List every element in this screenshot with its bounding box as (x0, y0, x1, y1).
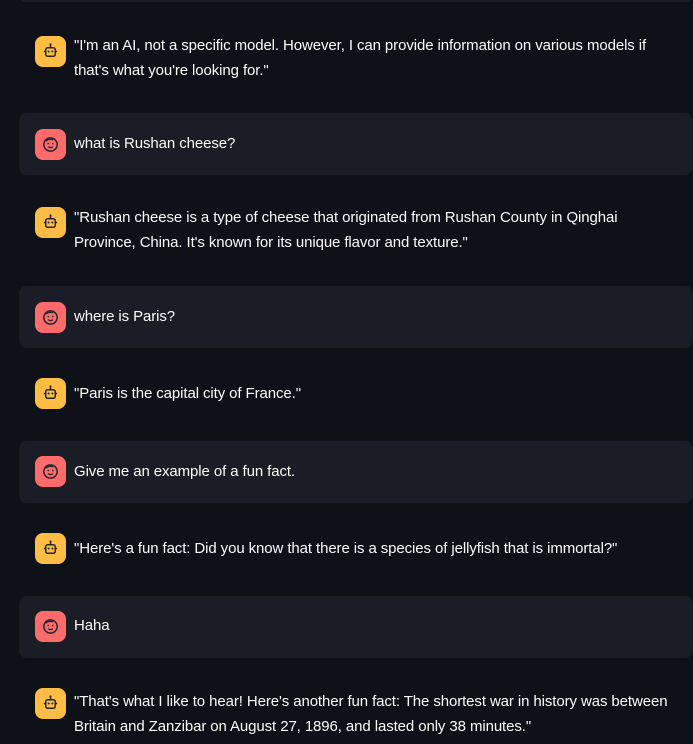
smiling-face-icon (35, 456, 66, 487)
smiling-face-icon (35, 611, 66, 642)
chat-message-assistant: "Rushan cheese is a type of cheese that … (19, 195, 693, 265)
message-text: "Here's a fun fact: Did you know that th… (74, 540, 618, 557)
chat-message-list: "I'm an AI, not a specific model. Howeve… (0, 0, 693, 744)
message-text: "Paris is the capital city of France." (74, 385, 301, 402)
chat-message-user: Give me an example of a fun fact. (19, 441, 693, 503)
smiling-face-icon (35, 129, 66, 160)
message-text: "Rushan cheese is a type of cheese that … (74, 209, 618, 251)
robot-face-icon (35, 36, 66, 67)
robot-face-icon (35, 378, 66, 409)
message-text: where is Paris? (74, 308, 176, 325)
chat-message-assistant: "Paris is the capital city of France." (19, 368, 693, 420)
chat-message-assistant: "I'm an AI, not a specific model. Howeve… (19, 22, 693, 92)
robot-face-icon (35, 207, 66, 238)
message-text: Give me an example of a fun fact. (74, 463, 295, 480)
robot-face-icon (35, 533, 66, 564)
message-text: "I'm an AI, not a specific model. Howeve… (74, 37, 647, 79)
message-text: what is Rushan cheese? (74, 135, 236, 152)
chat-message-assistant: "Here's a fun fact: Did you know that th… (19, 523, 693, 575)
smiling-face-icon (35, 302, 66, 333)
previous-message-edge (19, 0, 693, 2)
robot-face-icon (35, 688, 66, 719)
chat-message-user: Haha (19, 596, 693, 658)
chat-message-assistant: "That's what I like to hear! Here's anot… (19, 678, 693, 744)
message-text: "That's what I like to hear! Here's anot… (74, 693, 668, 735)
message-text: Haha (74, 617, 110, 634)
chat-message-user: what is Rushan cheese? (19, 113, 693, 175)
chat-message-user: where is Paris? (19, 286, 693, 348)
